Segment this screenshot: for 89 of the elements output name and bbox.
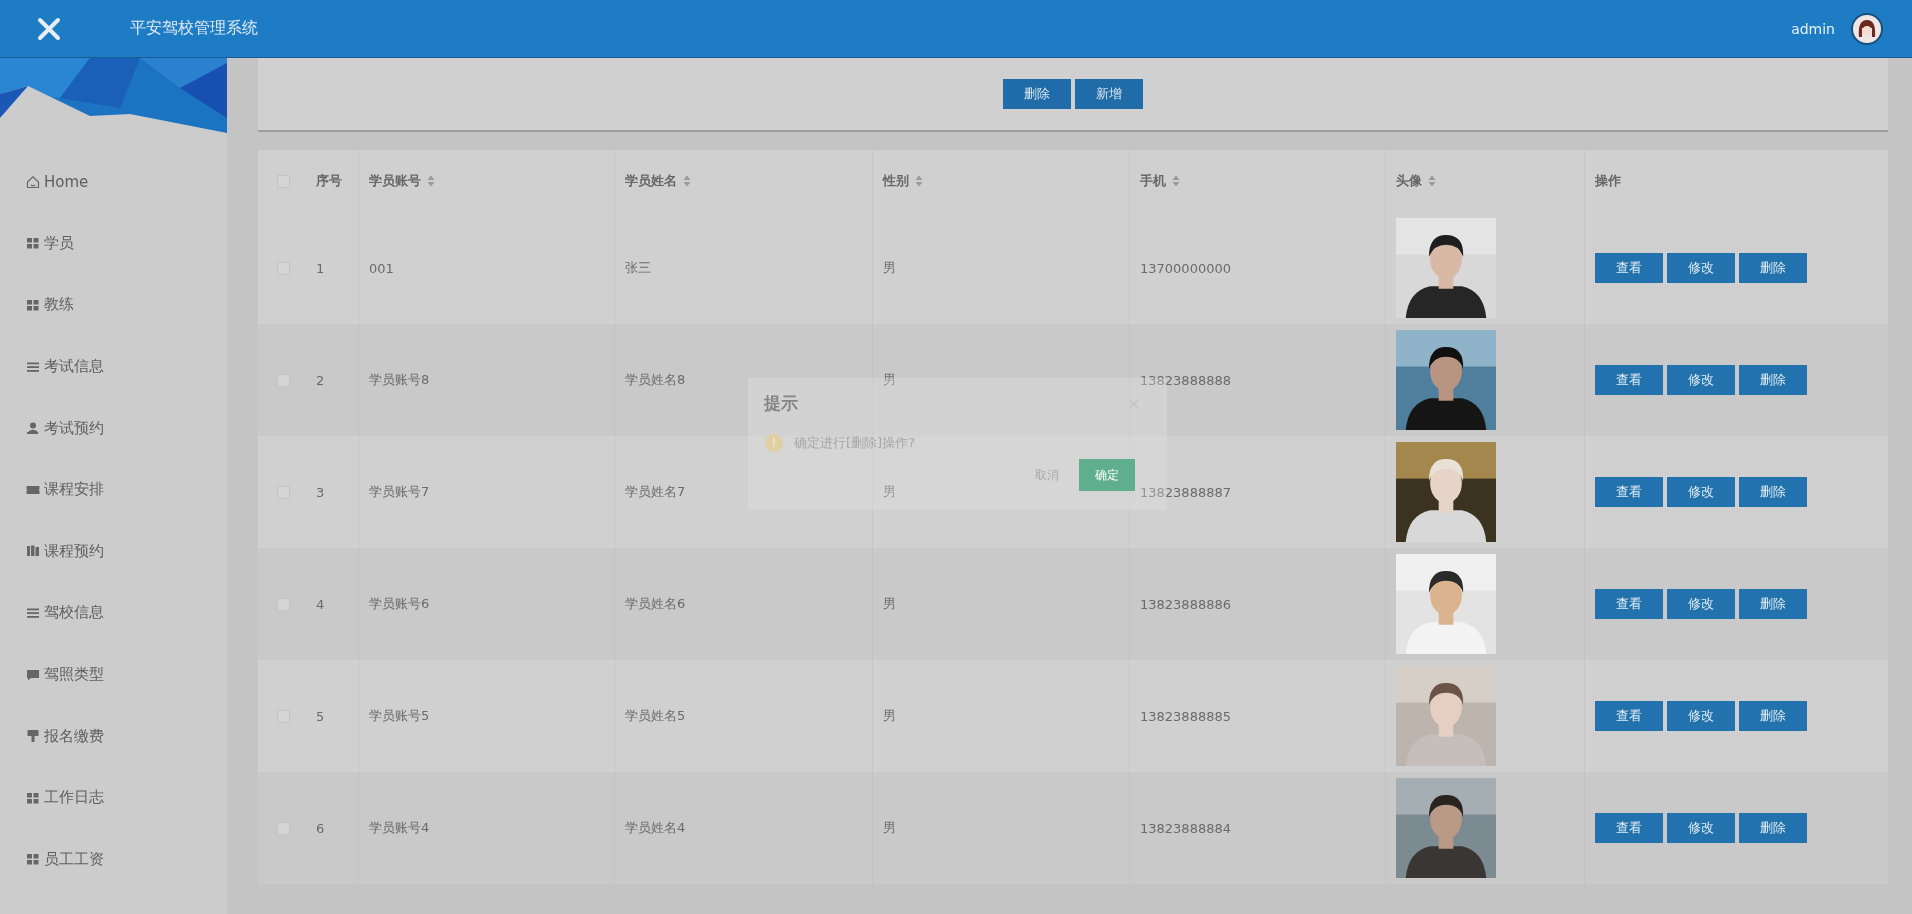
table-cell: 学员账号7 [369,483,430,501]
stamp-icon [26,729,40,744]
table-cell: 学员账号8 [369,371,430,389]
home-icon [26,174,40,189]
sidebar-item[interactable]: 课程安排 [0,458,227,521]
books-icon [26,544,40,559]
column-header: 学员账号 [369,172,421,190]
row-action-button[interactable]: 修改 [1667,365,1735,395]
row-action-button[interactable]: 查看 [1595,365,1663,395]
table-cell: 学员姓名8 [625,371,686,389]
table-cell: 1 [316,260,325,276]
table-cell: 学员姓名6 [625,595,686,613]
dialog-title: 提示 [764,392,798,415]
sidebar-item[interactable]: 学员 [0,212,227,275]
sidebar-item[interactable]: Home [0,151,227,213]
column-header: 头像 [1396,172,1422,190]
avatar-icon[interactable] [1851,12,1883,45]
row-action-button[interactable]: 查看 [1595,701,1663,731]
table-cell: 男 [883,819,896,837]
sort-icon[interactable] [683,175,691,187]
table-cell: 张三 [625,259,651,277]
table-cell: 学员账号6 [369,595,430,613]
sidebar-item[interactable]: 驾校信息 [0,582,227,644]
row-action-button[interactable]: 修改 [1667,477,1735,507]
table-cell: 学员姓名7 [625,483,686,501]
sort-icon[interactable] [427,175,435,187]
row-action-button[interactable]: 删除 [1739,365,1807,395]
sidebar-item[interactable]: 教练 [0,274,227,336]
sidebar-item[interactable]: 员工工资 [0,828,227,891]
table-cell: 2 [316,372,325,388]
toolbar-button[interactable]: 新增 [1075,79,1143,109]
toolbar-button[interactable]: 删除 [1003,79,1071,109]
table-cell: 6 [316,820,325,836]
row-action-button[interactable]: 删除 [1739,701,1807,731]
row-action-button[interactable]: 查看 [1595,253,1663,283]
sidebar-item[interactable]: 报名缴费 [0,705,227,767]
table-cell: 学员账号5 [369,707,430,725]
row-action-button[interactable]: 查看 [1595,813,1663,843]
grid-icon [26,298,40,312]
sidebar-item[interactable]: 工作日志 [0,766,227,829]
sidebar-item[interactable]: 考试预约 [0,397,227,459]
sort-icon[interactable] [915,175,923,187]
table-cell: 3 [316,484,325,500]
row-action-button[interactable]: 修改 [1667,589,1735,619]
table-cell: 学员姓名5 [625,707,686,725]
speech-bubble-icon [26,667,40,682]
row-action-button[interactable]: 修改 [1667,701,1735,731]
sort-icon[interactable] [1428,175,1436,187]
confirm-button[interactable]: 确定 [1079,459,1135,491]
column-header: 学员姓名 [625,172,677,190]
table-cell: 学员账号4 [369,819,430,837]
row-action-button[interactable]: 删除 [1739,813,1807,843]
table-cell: 学员姓名4 [625,819,686,837]
table-cell: 4 [316,596,325,612]
table-cell: 男 [883,483,896,501]
person-icon [26,421,40,436]
column-header: 手机 [1140,172,1166,190]
table-cell: 13823888886 [1140,596,1231,612]
app-title: 平安驾校管理系统 [130,18,258,39]
table-cell: 13823888888 [1140,372,1231,388]
row-action-button[interactable]: 删除 [1739,253,1807,283]
table-cell: 男 [883,707,896,725]
sort-icon[interactable] [1172,175,1180,187]
table-cell: 男 [883,371,896,389]
row-action-button[interactable]: 查看 [1595,477,1663,507]
row-action-button[interactable]: 修改 [1667,813,1735,843]
table-cell: 001 [369,260,394,276]
table-cell: 13823888885 [1140,708,1231,724]
table-cell: 13823888887 [1140,484,1231,500]
grid-icon [26,852,40,867]
warning-icon [764,433,784,453]
sidebar-item[interactable]: 考试信息 [0,335,227,398]
grid-icon [26,790,40,805]
table-cell: 13823888884 [1140,820,1231,836]
row-action-button[interactable]: 删除 [1739,589,1807,619]
row-action-button[interactable]: 查看 [1595,589,1663,619]
table-cell: 5 [316,708,325,724]
column-header: 性别 [883,172,909,190]
table-cell: 男 [883,259,896,277]
row-action-button[interactable]: 修改 [1667,253,1735,283]
table-cell: 男 [883,595,896,613]
column-header: 操作 [1595,172,1621,190]
grid-icon [26,236,40,251]
table-cell: 13700000000 [1140,260,1231,276]
sidebar-item[interactable]: 驾照类型 [0,643,227,706]
column-header: 序号 [316,172,342,190]
sidebar-item[interactable]: 课程预约 [0,520,227,583]
row-action-button[interactable]: 删除 [1739,477,1807,507]
user-name[interactable]: admin [1791,20,1835,37]
